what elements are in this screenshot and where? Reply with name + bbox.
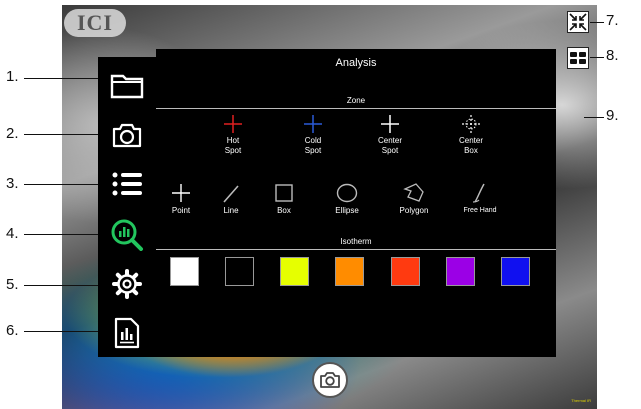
hot-spot-line2: Spot [224, 146, 242, 155]
callout-1-line [24, 78, 98, 79]
sidebar-item-files[interactable] [98, 61, 156, 109]
sidebar-item-report[interactable] [98, 309, 156, 357]
isotherm-swatch-orange[interactable] [335, 257, 364, 286]
callout-4: 4. [6, 225, 19, 242]
list-icon [112, 172, 142, 196]
ici-logo: ICI [64, 9, 126, 37]
polygon-label: Polygon [399, 206, 429, 215]
corner-watermark: Thermal IR [571, 398, 591, 403]
sidebar [98, 57, 156, 357]
callout-7: 7. [606, 12, 619, 29]
zone-section-label: Zone [346, 96, 366, 105]
callout-7-line [590, 22, 604, 23]
free-hand-label: Free Hand [463, 207, 497, 214]
callout-6: 6. [6, 322, 19, 339]
isotherm-swatch-black[interactable] [225, 257, 254, 286]
free-hand-icon [472, 183, 485, 203]
hot-spot-line1: Hot [226, 136, 240, 145]
box-tool[interactable]: Box [258, 183, 310, 216]
analysis-magnifier-icon [111, 219, 143, 251]
folder-icon [110, 74, 144, 99]
center-box-line2: Box [464, 146, 478, 155]
free-hand-tool[interactable]: Free Hand [452, 183, 508, 216]
point-tool[interactable]: Point [153, 183, 209, 216]
isotherm-divider [156, 249, 556, 250]
ellipse-tool[interactable]: Ellipse [318, 183, 376, 216]
center-spot-line2: Spot [381, 146, 399, 155]
dotted-target-icon [462, 115, 480, 133]
layout-toggle-icon [570, 52, 586, 64]
hot-spot-tool[interactable]: Hot Spot [203, 115, 263, 156]
sidebar-item-settings[interactable] [98, 260, 156, 308]
callout-8-line [590, 57, 604, 58]
point-icon [172, 184, 190, 202]
panel-title: Analysis [335, 57, 377, 69]
callout-6-line [24, 331, 98, 332]
crosshair-icon [381, 115, 399, 133]
callout-3-line [24, 184, 98, 185]
center-box-line1: Center [458, 136, 483, 145]
box-label: Box [277, 206, 291, 215]
center-box-tool[interactable]: Center Box [441, 115, 501, 156]
polygon-tool[interactable]: Polygon [384, 183, 444, 216]
callout-9: 9. [606, 107, 619, 124]
isotherm-swatch-red[interactable] [391, 257, 420, 286]
polygon-icon [403, 183, 424, 202]
sidebar-item-analysis[interactable] [98, 210, 156, 258]
cold-spot-tool[interactable]: Cold Spot [283, 115, 343, 156]
report-icon [114, 317, 140, 349]
cold-spot-line1: Cold [304, 136, 322, 145]
layout-toggle-button[interactable] [567, 47, 589, 69]
crosshair-icon [224, 115, 242, 133]
callout-8: 8. [606, 47, 619, 64]
sidebar-item-list[interactable] [98, 160, 156, 208]
line-icon [223, 185, 239, 203]
isotherm-swatch-purple[interactable] [446, 257, 475, 286]
line-label: Line [223, 206, 239, 215]
analysis-panel: Analysis Zone Hot Spot Cold Spot Center … [156, 49, 556, 357]
cold-spot-line2: Spot [304, 146, 322, 155]
isotherm-swatch-white[interactable] [170, 257, 199, 286]
isotherm-swatch-blue[interactable] [501, 257, 530, 286]
callout-5: 5. [6, 276, 19, 293]
ellipse-icon [336, 183, 358, 203]
point-label: Point [171, 206, 191, 215]
box-icon [275, 184, 293, 202]
callout-5-line [24, 285, 98, 286]
callout-2-line [24, 134, 98, 135]
callout-3: 3. [6, 175, 19, 192]
crosshair-icon [304, 115, 322, 133]
gear-icon [112, 269, 142, 299]
center-spot-line1: Center [377, 136, 402, 145]
camera-icon [112, 123, 142, 148]
sidebar-item-camera[interactable] [98, 111, 156, 159]
isotherm-swatch-yellow[interactable] [280, 257, 309, 286]
zone-divider [156, 108, 556, 109]
collapse-button[interactable] [567, 11, 589, 33]
thermal-image-view[interactable]: ICI Analysis Zone Hot Spot Cold Spot Cen… [62, 5, 597, 409]
isotherm-section-label: Isotherm [340, 237, 372, 246]
callout-4-line [24, 234, 98, 235]
center-spot-tool[interactable]: Center Spot [360, 115, 420, 156]
callout-1: 1. [6, 68, 19, 85]
line-tool[interactable]: Line [209, 183, 253, 216]
collapse-arrows-icon [569, 13, 587, 31]
ellipse-label: Ellipse [335, 206, 359, 215]
capture-button[interactable] [312, 362, 348, 398]
callout-9-line [584, 117, 604, 118]
callout-2: 2. [6, 125, 19, 142]
camera-icon [320, 372, 340, 388]
